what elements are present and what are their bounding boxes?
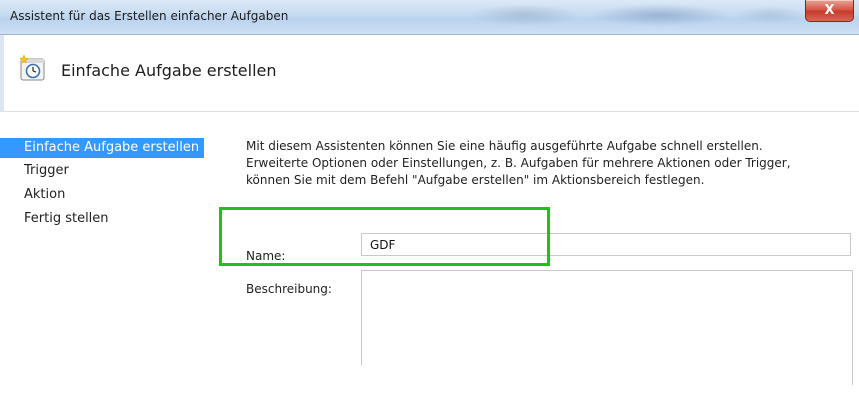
title-bar-blur-3	[735, 6, 805, 24]
step-aktion[interactable]: Aktion	[0, 185, 228, 205]
intro-line: Mit diesem Assistenten können Sie eine h…	[246, 139, 763, 153]
wizard-header: Einfache Aufgabe erstellen	[0, 35, 859, 112]
step-fertig-stellen[interactable]: Fertig stellen	[0, 209, 228, 229]
scheduled-task-clock-icon	[19, 54, 45, 81]
close-icon: X	[824, 3, 835, 18]
description-label: Beschreibung:	[246, 282, 332, 296]
intro-line: Erweiterte Optionen oder Einstellungen, …	[246, 156, 791, 170]
step-trigger[interactable]: Trigger	[0, 161, 228, 181]
task-wizard-window: Assistent für das Erstellen einfacher Au…	[0, 0, 859, 419]
name-highlight-box	[219, 207, 550, 266]
title-bar-blur-2	[590, 4, 730, 26]
step-einfache-aufgabe-erstellen[interactable]: Einfache Aufgabe erstellen	[0, 138, 204, 158]
wizard-step-list: Einfache Aufgabe erstellen Trigger Aktio…	[0, 112, 228, 419]
close-button[interactable]: X	[805, 0, 854, 22]
title-bar-blur-1	[470, 4, 580, 26]
window-title: Assistent für das Erstellen einfacher Au…	[10, 9, 289, 23]
intro-line: können Sie mit dem Befehl "Aufgabe erste…	[246, 173, 705, 187]
title-bar[interactable]: Assistent für das Erstellen einfacher Au…	[0, 0, 859, 35]
page-title: Einfache Aufgabe erstellen	[61, 61, 277, 80]
description-textarea[interactable]	[361, 270, 853, 412]
intro-text: Mit diesem Assistenten können Sie eine h…	[246, 138, 846, 189]
